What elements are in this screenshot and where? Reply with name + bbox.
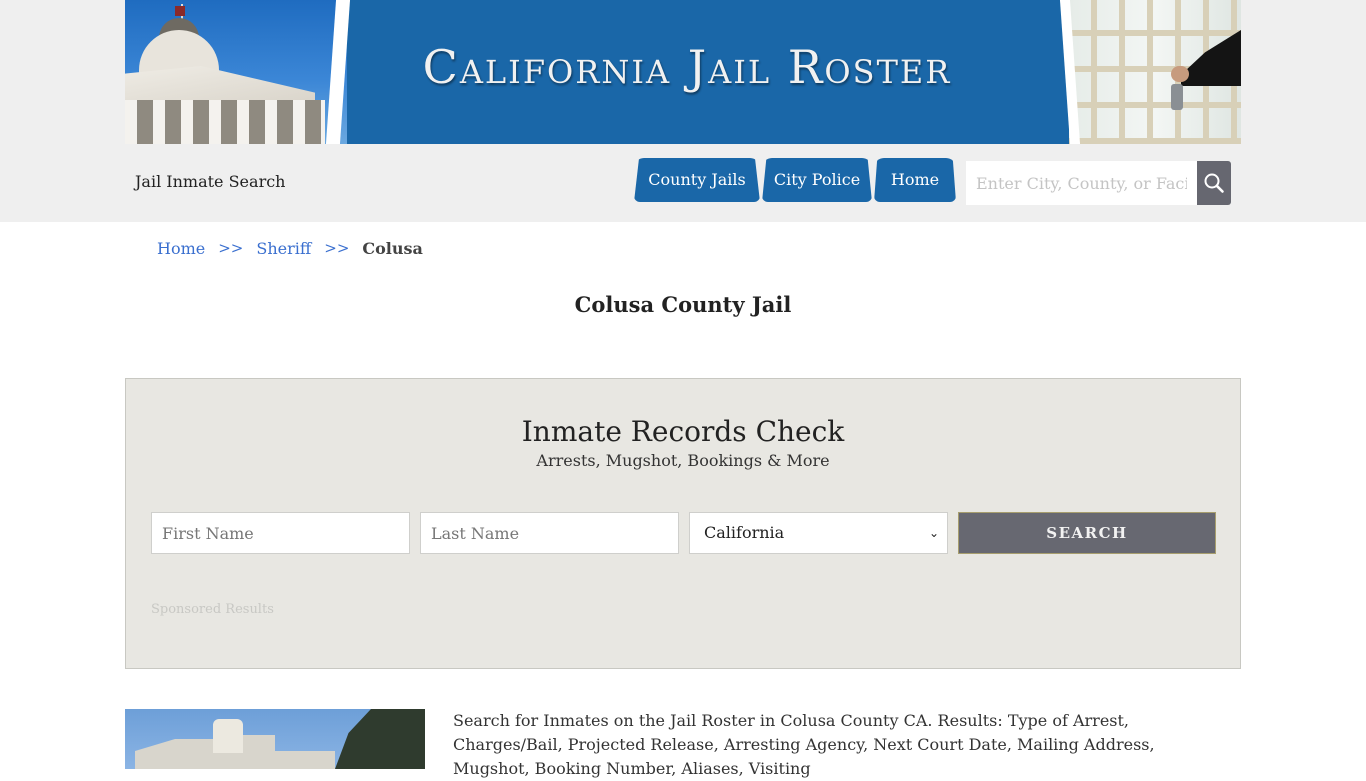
first-name-input[interactable] bbox=[151, 512, 410, 554]
header: California Jail Roster Jail Inmate Searc… bbox=[0, 0, 1366, 222]
breadcrumb: Home >> Sheriff >> Colusa bbox=[157, 239, 423, 258]
jail-inmate-search-link[interactable]: Jail Inmate Search bbox=[135, 172, 285, 191]
capitol-building-image bbox=[125, 0, 347, 144]
records-check-title: Inmate Records Check bbox=[521, 415, 845, 448]
page-title: Colusa County Jail bbox=[574, 292, 792, 317]
site-search-button[interactable] bbox=[1197, 161, 1231, 205]
records-search-form: California ⌄ SEARCH bbox=[151, 512, 1216, 554]
hand bbox=[1171, 66, 1189, 82]
breadcrumb-sheriff[interactable]: Sheriff bbox=[256, 239, 311, 258]
chevron-down-icon: ⌄ bbox=[928, 526, 939, 540]
capitol-columns bbox=[125, 100, 325, 144]
flag bbox=[175, 6, 185, 16]
sponsored-results-label: Sponsored Results bbox=[151, 602, 274, 617]
records-check-subtitle: Arrests, Mugshot, Bookings & More bbox=[536, 451, 830, 470]
state-select-value: California bbox=[704, 523, 785, 542]
nav-tab-home[interactable]: Home bbox=[874, 158, 956, 202]
breadcrumb-separator: >> bbox=[218, 239, 244, 257]
banner-title: California Jail Roster bbox=[422, 40, 952, 94]
site-search bbox=[966, 161, 1231, 205]
tree bbox=[335, 709, 425, 769]
nav-tab-county-jails[interactable]: County Jails bbox=[634, 158, 760, 202]
capitol-pediment bbox=[125, 66, 315, 104]
breadcrumb-current: Colusa bbox=[362, 239, 423, 258]
site-banner[interactable]: California Jail Roster bbox=[125, 0, 1241, 144]
last-name-input[interactable] bbox=[420, 512, 679, 554]
colusa-courthouse-image bbox=[125, 709, 425, 769]
jail-door-image bbox=[1069, 0, 1241, 144]
nav-tab-city-police[interactable]: City Police bbox=[762, 158, 872, 202]
courthouse-cupola bbox=[213, 719, 243, 753]
inmate-records-check-panel: Inmate Records Check Arrests, Mugshot, B… bbox=[125, 378, 1241, 669]
intro-description: Search for Inmates on the Jail Roster in… bbox=[453, 711, 1155, 778]
search-icon bbox=[1204, 173, 1224, 193]
main-nav: County Jails City Police Home bbox=[634, 158, 958, 202]
breadcrumb-home[interactable]: Home bbox=[157, 239, 205, 258]
keys-icon bbox=[1171, 84, 1183, 110]
breadcrumb-separator: >> bbox=[324, 239, 350, 257]
state-select[interactable]: California ⌄ bbox=[689, 512, 948, 554]
site-search-input[interactable] bbox=[966, 161, 1197, 205]
records-search-button[interactable]: SEARCH bbox=[958, 512, 1216, 554]
